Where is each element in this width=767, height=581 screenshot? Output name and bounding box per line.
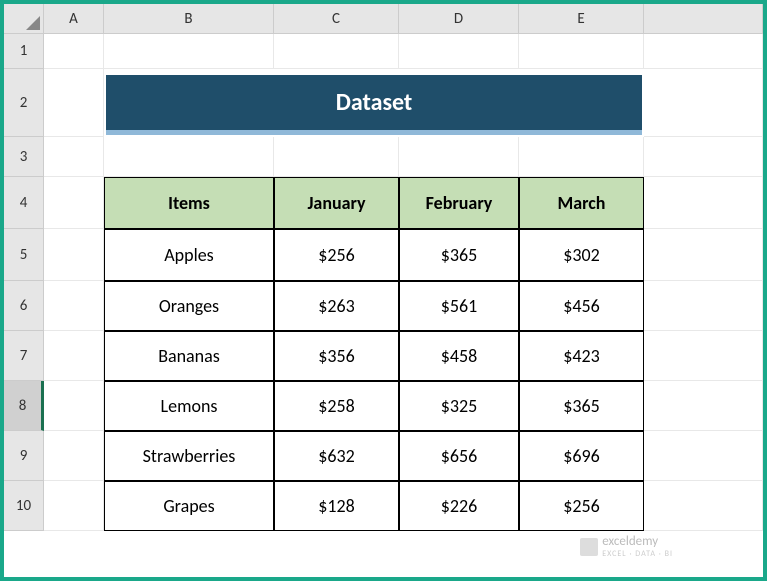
- cell-mar-oranges[interactable]: $456: [519, 281, 644, 331]
- cell-jan-strawberries[interactable]: $632: [274, 431, 399, 481]
- cell-jan-oranges[interactable]: $263: [274, 281, 399, 331]
- dataset-title: Dataset: [106, 75, 642, 135]
- cell-jan-bananas[interactable]: $356: [274, 331, 399, 381]
- table-header-items[interactable]: Items: [104, 177, 274, 229]
- cell-blank-6: [644, 281, 763, 331]
- cell-A2[interactable]: [44, 69, 104, 137]
- cell-blank-3: [644, 137, 763, 177]
- row-header-10[interactable]: 10: [4, 481, 44, 531]
- cell-B1[interactable]: [104, 34, 274, 69]
- watermark: exceldemy EXCEL · DATA · BI: [580, 534, 673, 559]
- cell-blank-10: [644, 481, 763, 531]
- cell-mar-grapes[interactable]: $256: [519, 481, 644, 531]
- cell-jan-grapes[interactable]: $128: [274, 481, 399, 531]
- row-header-4[interactable]: 4: [4, 177, 44, 229]
- cell-E3[interactable]: [519, 137, 644, 177]
- cell-A3[interactable]: [44, 137, 104, 177]
- row-header-5[interactable]: 5: [4, 229, 44, 281]
- row-header-3[interactable]: 3: [4, 137, 44, 177]
- cell-E1[interactable]: [519, 34, 644, 69]
- select-all-corner[interactable]: [4, 4, 44, 34]
- cell-A6[interactable]: [44, 281, 104, 331]
- cell-feb-strawberries[interactable]: $656: [399, 431, 519, 481]
- col-header-E[interactable]: E: [519, 4, 644, 34]
- cell-blank-4: [644, 177, 763, 229]
- cell-A9[interactable]: [44, 431, 104, 481]
- cell-mar-strawberries[interactable]: $696: [519, 431, 644, 481]
- cell-blank-8: [644, 381, 763, 431]
- cell-feb-lemons[interactable]: $325: [399, 381, 519, 431]
- col-header-A[interactable]: A: [44, 4, 104, 34]
- cell-mar-bananas[interactable]: $423: [519, 331, 644, 381]
- cell-blank-9: [644, 431, 763, 481]
- cell-feb-bananas[interactable]: $458: [399, 331, 519, 381]
- cell-blank-2: [644, 69, 763, 137]
- cell-feb-apples[interactable]: $365: [399, 229, 519, 281]
- row-header-6[interactable]: 6: [4, 281, 44, 331]
- cell-A7[interactable]: [44, 331, 104, 381]
- cell-A1[interactable]: [44, 34, 104, 69]
- row-header-1[interactable]: 1: [4, 34, 44, 69]
- col-header-D[interactable]: D: [399, 4, 519, 34]
- cell-item-strawberries[interactable]: Strawberries: [104, 431, 274, 481]
- spreadsheet-grid[interactable]: A B C D E 1 2 Dataset 3 4 Items January …: [4, 4, 763, 577]
- cell-A4[interactable]: [44, 177, 104, 229]
- cell-D1[interactable]: [399, 34, 519, 69]
- cell-jan-apples[interactable]: $256: [274, 229, 399, 281]
- watermark-logo-icon: [580, 538, 598, 556]
- cell-item-bananas[interactable]: Bananas: [104, 331, 274, 381]
- cell-item-lemons[interactable]: Lemons: [104, 381, 274, 431]
- cell-D3[interactable]: [399, 137, 519, 177]
- watermark-brand: exceldemy: [602, 534, 658, 549]
- cell-blank-5: [644, 229, 763, 281]
- cell-B3[interactable]: [104, 137, 274, 177]
- row-header-8[interactable]: 8: [4, 381, 44, 431]
- table-header-january[interactable]: January: [274, 177, 399, 229]
- cell-item-grapes[interactable]: Grapes: [104, 481, 274, 531]
- cell-mar-apples[interactable]: $302: [519, 229, 644, 281]
- col-header-C[interactable]: C: [274, 4, 399, 34]
- cell-item-oranges[interactable]: Oranges: [104, 281, 274, 331]
- cell-C3[interactable]: [274, 137, 399, 177]
- table-header-march[interactable]: March: [519, 177, 644, 229]
- col-header-B[interactable]: B: [104, 4, 274, 34]
- cell-blank-1: [644, 34, 763, 69]
- cell-feb-grapes[interactable]: $226: [399, 481, 519, 531]
- cell-A5[interactable]: [44, 229, 104, 281]
- watermark-tagline: EXCEL · DATA · BI: [602, 549, 673, 559]
- cell-C1[interactable]: [274, 34, 399, 69]
- cell-item-apples[interactable]: Apples: [104, 229, 274, 281]
- cell-blank-7: [644, 331, 763, 381]
- col-header-blank: [644, 4, 763, 34]
- row-header-7[interactable]: 7: [4, 331, 44, 381]
- cell-jan-lemons[interactable]: $258: [274, 381, 399, 431]
- row-header-2[interactable]: 2: [4, 69, 44, 137]
- cell-A8[interactable]: [44, 381, 104, 431]
- cell-mar-lemons[interactable]: $365: [519, 381, 644, 431]
- cell-feb-oranges[interactable]: $561: [399, 281, 519, 331]
- table-header-february[interactable]: February: [399, 177, 519, 229]
- cell-A10[interactable]: [44, 481, 104, 531]
- row-header-9[interactable]: 9: [4, 431, 44, 481]
